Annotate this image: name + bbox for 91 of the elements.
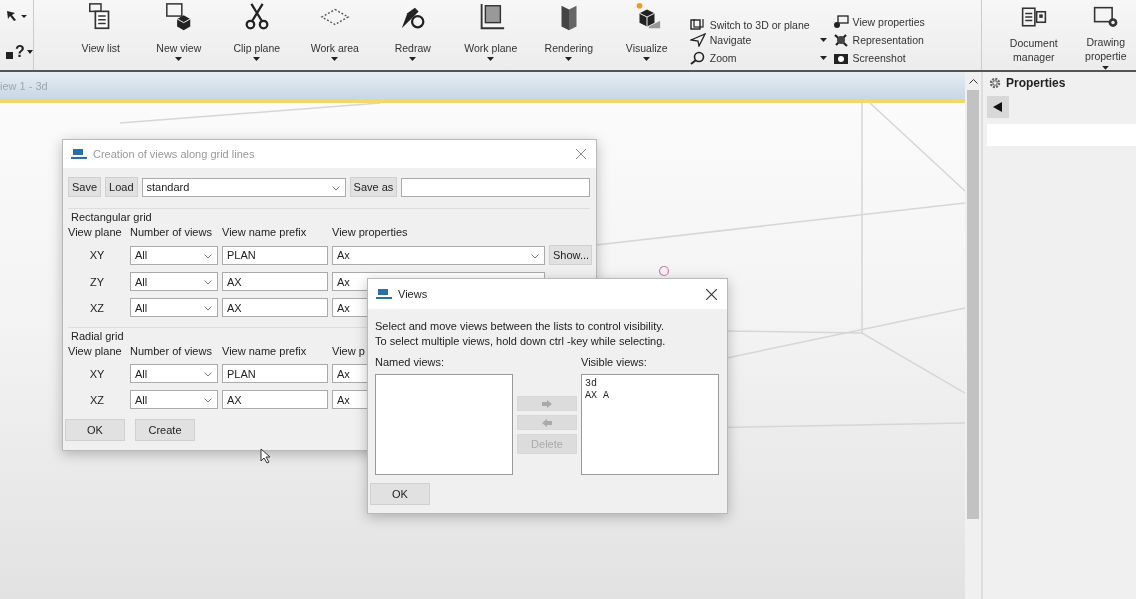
scrollbar[interactable] bbox=[965, 72, 981, 599]
instruction-text: Select and move views between the lists to control visibility. bbox=[375, 319, 665, 334]
plane-label: XZ bbox=[88, 301, 106, 314]
plane-label: XY bbox=[88, 249, 106, 261]
ribbon-button[interactable]: Screenshot bbox=[832, 49, 906, 67]
column-header: View name prefix bbox=[222, 226, 308, 238]
ribbon-button[interactable]: Rendering bbox=[529, 0, 608, 70]
column-header: Number of views bbox=[130, 345, 213, 357]
chevron-up-icon[interactable] bbox=[968, 78, 978, 84]
two-squares-icon bbox=[689, 19, 706, 31]
prefix-field[interactable]: PLAN bbox=[222, 364, 328, 383]
create-button[interactable]: Create bbox=[135, 419, 195, 441]
dialog-title: Views bbox=[398, 288, 429, 300]
ribbon-button[interactable]: Visualize bbox=[607, 0, 686, 70]
ribbon-button[interactable]: Drawing propertie bbox=[1069, 0, 1136, 70]
visible-views-list[interactable]: 3d AX A bbox=[581, 374, 719, 475]
column-header: View name prefix bbox=[222, 345, 308, 357]
caret-icon bbox=[26, 49, 33, 54]
camera-icon bbox=[832, 51, 849, 65]
ribbon-button[interactable]: Redraw bbox=[373, 0, 452, 70]
list-label: Named views: bbox=[375, 356, 446, 369]
settings-icon bbox=[989, 77, 1001, 89]
named-views-list[interactable] bbox=[375, 374, 513, 475]
ribbon-button[interactable]: New view bbox=[139, 0, 218, 70]
load-button[interactable]: Load bbox=[105, 177, 138, 197]
chevron-down-icon bbox=[204, 398, 212, 403]
section-title: Rectangular grid bbox=[70, 211, 152, 223]
plane-label: ZY bbox=[88, 275, 106, 288]
column-header: Number of views bbox=[130, 226, 213, 238]
chevron-down-icon bbox=[204, 372, 212, 377]
plane-label: XZ bbox=[88, 393, 106, 406]
ribbon-button[interactable]: Representation bbox=[832, 31, 924, 49]
count-dropdown[interactable]: All bbox=[130, 272, 218, 291]
ribbon-button[interactable]: View list bbox=[61, 0, 140, 70]
ribbon-button[interactable]: Document manager bbox=[997, 0, 1070, 70]
column-header: View properties bbox=[332, 226, 409, 238]
caret-icon[interactable] bbox=[819, 38, 827, 42]
chevron-down-icon bbox=[204, 253, 212, 259]
ribbon-button[interactable]: Navigate bbox=[689, 31, 810, 49]
show-button[interactable]: Show... bbox=[549, 245, 592, 265]
list-item[interactable]: 3d bbox=[585, 378, 597, 390]
dialog-title: Creation of views along grid lines bbox=[93, 148, 256, 160]
ribbon-button[interactable]: Work area bbox=[295, 0, 374, 70]
column-header: View plane bbox=[68, 345, 123, 357]
app-icon bbox=[376, 288, 392, 300]
cursor-icon bbox=[260, 448, 272, 464]
ribbon-button[interactable]: Zoom bbox=[689, 49, 810, 67]
window-dot-icon bbox=[832, 15, 849, 29]
pointer-icon[interactable] bbox=[6, 9, 28, 24]
ribbon-button[interactable]: View properties bbox=[832, 13, 925, 31]
back-button[interactable] bbox=[987, 96, 1009, 118]
preset-dropdown[interactable]: standard bbox=[141, 177, 346, 197]
ribbon-button[interactable]: Switch to 3D or plane bbox=[689, 19, 810, 31]
triangle-left-icon bbox=[993, 102, 1003, 112]
prefix-field[interactable]: AX bbox=[222, 390, 328, 409]
count-dropdown[interactable]: All bbox=[130, 245, 218, 265]
list-label: Visible views: bbox=[581, 356, 648, 369]
save-as-button[interactable]: Save as bbox=[349, 177, 398, 197]
app-icon bbox=[71, 148, 87, 160]
chevron-down-icon bbox=[331, 185, 340, 191]
count-dropdown[interactable]: All bbox=[130, 364, 218, 383]
ribbon-button[interactable]: Clip plane bbox=[217, 0, 296, 70]
column-header: View plane bbox=[68, 226, 123, 238]
chevron-down-icon bbox=[204, 280, 212, 285]
instruction-text: To select multiple views, hold down ctrl -key while selecting. bbox=[375, 334, 667, 349]
section-title: Radial grid bbox=[70, 330, 124, 342]
prefix-field[interactable]: AX bbox=[222, 272, 328, 291]
plane-label: XY bbox=[88, 367, 106, 380]
count-dropdown[interactable]: All bbox=[130, 390, 218, 409]
caret-icon[interactable] bbox=[819, 56, 827, 60]
ok-button[interactable]: OK bbox=[65, 419, 125, 441]
list-item[interactable]: AX A bbox=[585, 390, 609, 402]
chevron-down-icon bbox=[204, 306, 212, 311]
column-header: View p bbox=[332, 345, 366, 357]
ok-button[interactable]: OK bbox=[370, 483, 430, 505]
prefix-field[interactable]: AX bbox=[222, 298, 328, 317]
chevron-down-icon bbox=[531, 253, 539, 259]
navigate-icon bbox=[689, 33, 706, 47]
input-field[interactable] bbox=[401, 177, 590, 197]
help-button[interactable]: ? bbox=[6, 42, 33, 61]
panel-title: Properties bbox=[1006, 76, 1066, 90]
prefix-field[interactable]: PLAN bbox=[222, 245, 328, 265]
arrow-left-icon bbox=[542, 418, 552, 427]
arrow-right-icon bbox=[542, 399, 552, 408]
snap-marker-icon bbox=[658, 265, 670, 277]
search-icon bbox=[689, 51, 706, 65]
ribbon-button[interactable]: Work plane bbox=[451, 0, 530, 70]
properties-dropdown[interactable]: Ax bbox=[332, 245, 545, 265]
count-dropdown[interactable]: All bbox=[130, 298, 218, 317]
save-button[interactable]: Save bbox=[68, 177, 102, 197]
close-icon[interactable] bbox=[706, 288, 717, 300]
